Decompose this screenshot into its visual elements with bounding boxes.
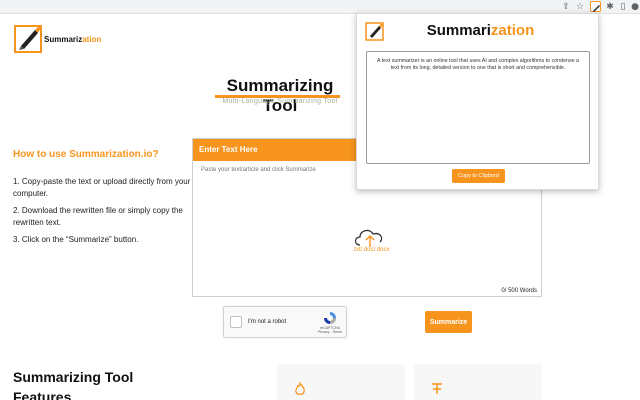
popup-title: Summarization (357, 22, 600, 39)
recaptcha-links[interactable]: Privacy - Terms (318, 330, 342, 334)
copy-to-clipboard-button[interactable]: Copy to Clipbord (452, 169, 505, 183)
howto-step: 2. Download the rewritten file or simply… (13, 206, 183, 227)
feature-flame-icon (295, 382, 305, 395)
popup-title-part1: Summari (426, 22, 491, 39)
howto-step: 1. Copy-paste the text or upload directl… (13, 177, 191, 198)
site-name[interactable]: Summarization (44, 35, 101, 44)
puzzle-icon[interactable]: ✱ (604, 1, 616, 13)
extension-summarization-icon[interactable] (590, 1, 601, 12)
sidebar-icon[interactable]: ▯ (617, 1, 629, 13)
summarize-button[interactable]: Summarize (425, 311, 472, 333)
profile-icon[interactable]: ● (629, 1, 640, 13)
extension-popup: Summarization A text summarizer is an on… (356, 13, 599, 190)
site-name-part1: Summariz (44, 35, 83, 44)
recaptcha-checkbox[interactable] (230, 316, 242, 328)
star-icon[interactable]: ☆ (574, 1, 586, 13)
recaptcha-brand: reCAPTCHA Privacy - Terms (316, 326, 344, 334)
feature-text-icon (432, 383, 442, 394)
recaptcha-label: I'm not a robot (248, 319, 287, 325)
upload-formats-label: .txt/.doc/.docx (352, 247, 390, 253)
howto-title: How to use Summarization.io? (13, 149, 159, 160)
summary-output[interactable]: A text summarizer is an online tool that… (366, 51, 590, 164)
feature-card (414, 364, 542, 400)
howto-steps: 1. Copy-paste the text or upload directl… (13, 176, 191, 251)
share-icon[interactable]: ⇪ (560, 1, 572, 13)
word-count: 0/ 500 Words (501, 288, 537, 294)
recaptcha-logo-icon (324, 312, 336, 324)
features-title: Summarizing Tool Features (13, 369, 134, 400)
howto-step: 3. Click on the “Summarize” button. (13, 235, 139, 244)
feature-card (277, 364, 405, 400)
site-name-part2: ation (82, 35, 102, 44)
site-logo-icon[interactable] (13, 22, 45, 54)
browser-toolbar: ⇪ ☆ ✱ ▯ ● (0, 0, 640, 14)
page-subtitle: Multi-Language Summarizing Tool (222, 98, 338, 105)
popup-title-part2: zation (490, 22, 535, 39)
recaptcha-widget: I'm not a robot reCAPTCHA Privacy - Terms (223, 306, 347, 338)
